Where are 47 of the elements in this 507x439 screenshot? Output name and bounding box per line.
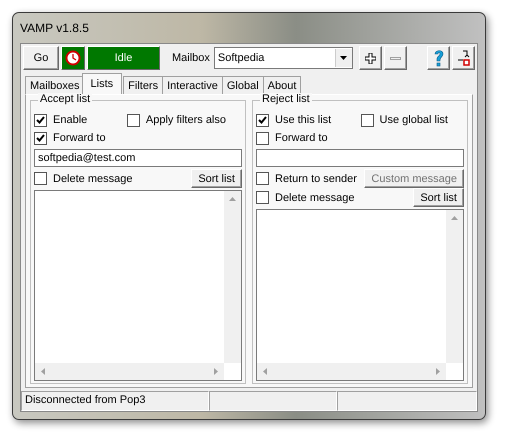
checkbox[interactable]: Delete message bbox=[34, 172, 132, 185]
action-button[interactable]: Sort list bbox=[413, 188, 464, 207]
timer-button[interactable] bbox=[61, 46, 85, 70]
tab[interactable]: Mailboxes bbox=[25, 76, 85, 94]
go-button[interactable]: Go bbox=[23, 46, 59, 70]
checkbox[interactable]: Forward to bbox=[256, 132, 328, 144]
action-button[interactable]: Sort list bbox=[191, 169, 242, 188]
list-box[interactable] bbox=[256, 209, 464, 381]
checkbox[interactable]: Enable bbox=[34, 114, 88, 126]
checkbox[interactable]: Use global list bbox=[360, 114, 448, 126]
mailbox-dropdown[interactable]: Softpedia bbox=[214, 47, 353, 69]
list-box[interactable] bbox=[34, 190, 242, 381]
scroll-up-arrow-icon bbox=[451, 216, 458, 220]
window-title: VAMP v1.8.5 bbox=[20, 21, 89, 35]
input-field[interactable]: softpedia@test.com bbox=[34, 149, 242, 167]
tab[interactable]: Filters bbox=[123, 76, 164, 94]
tab[interactable]: About bbox=[262, 76, 302, 94]
plus-icon bbox=[364, 52, 376, 64]
scroll-up-arrow-icon bbox=[229, 197, 236, 201]
scroll-right-arrow-icon bbox=[436, 368, 440, 375]
add-button[interactable] bbox=[358, 46, 382, 70]
check-icon bbox=[36, 116, 45, 124]
group-title: Accept list bbox=[38, 93, 92, 105]
tab[interactable]: Lists bbox=[82, 73, 122, 94]
checkbox[interactable]: Apply filters also bbox=[126, 114, 226, 126]
dropdown-arrow-icon bbox=[340, 56, 348, 60]
remove-button[interactable] bbox=[384, 46, 407, 70]
input-field[interactable] bbox=[256, 149, 464, 167]
scroll-left-arrow-icon bbox=[263, 368, 267, 375]
scroll-left-arrow-icon bbox=[41, 368, 45, 375]
question-mark-icon bbox=[432, 49, 444, 67]
exit-icon bbox=[456, 50, 470, 66]
check-icon bbox=[258, 116, 267, 124]
help-button[interactable] bbox=[427, 46, 450, 70]
mailbox-label: Mailbox bbox=[172, 52, 210, 64]
clock-icon bbox=[65, 50, 81, 66]
group-title: Reject list bbox=[260, 93, 312, 105]
check-icon bbox=[36, 134, 45, 142]
checkbox[interactable]: Return to sender bbox=[256, 172, 357, 185]
status-indicator: Idle bbox=[87, 46, 160, 70]
scroll-right-arrow-icon bbox=[214, 368, 218, 375]
checkbox[interactable]: Forward to bbox=[34, 132, 106, 144]
minus-icon bbox=[390, 56, 401, 60]
status-text: Disconnected from Pop3 bbox=[21, 391, 209, 411]
checkbox[interactable]: Use this list bbox=[256, 114, 332, 126]
exit-button[interactable] bbox=[452, 46, 475, 70]
checkbox[interactable]: Delete message bbox=[256, 191, 354, 204]
